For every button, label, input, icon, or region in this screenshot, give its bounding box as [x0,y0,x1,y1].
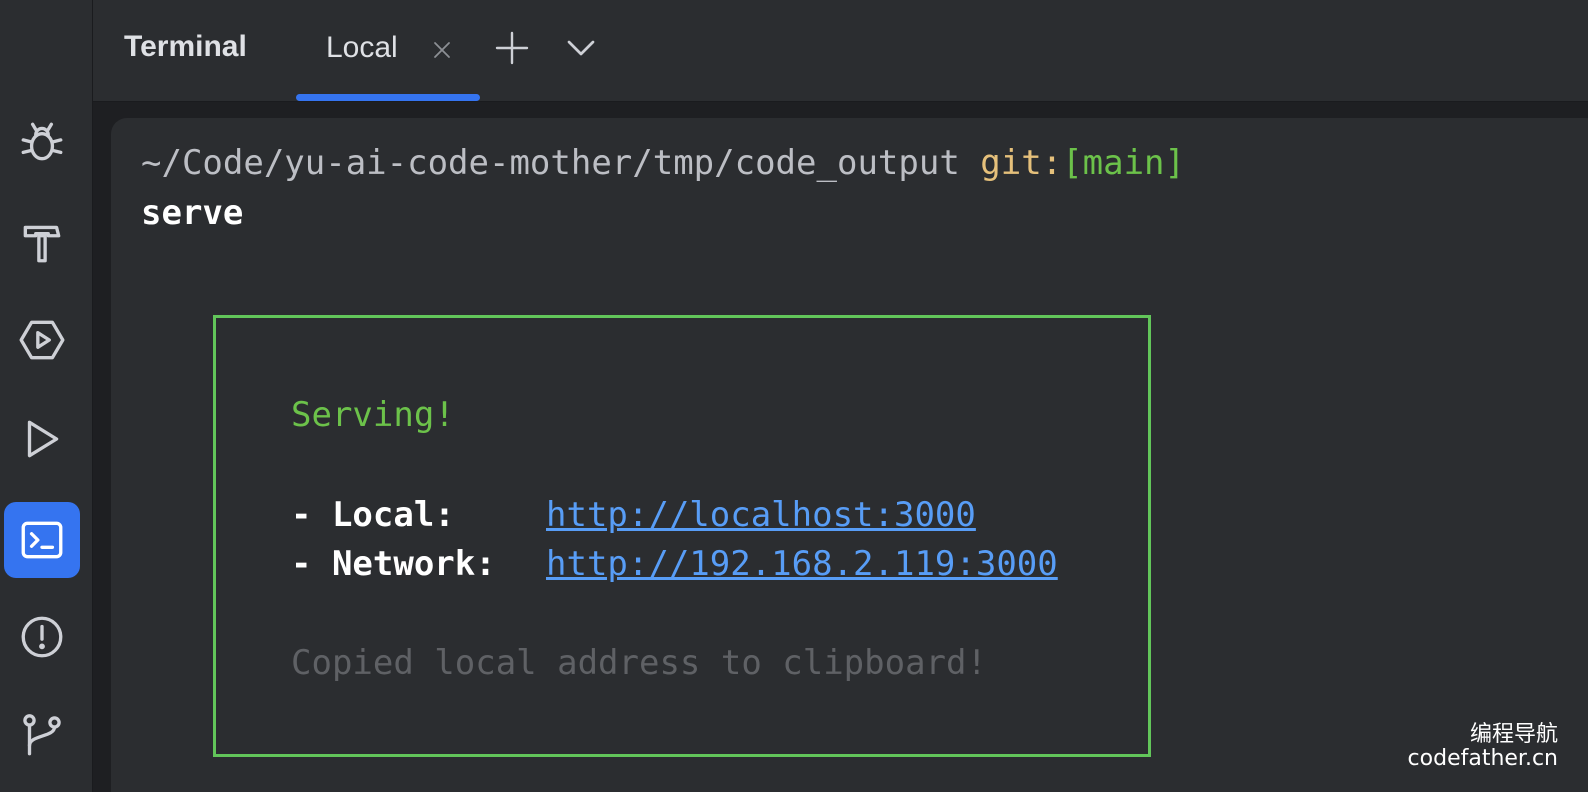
tab-label: Local [326,31,398,64]
serve-box [213,315,1151,757]
tool-window-strip [0,0,93,792]
tool-window-title: Terminal [124,30,247,63]
prompt-line: ~/Code/yu-ai-code-mother/tmp/code_output… [141,143,1185,183]
active-tab-indicator [296,94,480,101]
terminal-header: Terminal Local [93,0,1588,102]
build-button[interactable] [4,204,80,280]
services-icon [19,320,65,360]
serving-text: Serving! [291,395,455,435]
terminal-button[interactable] [4,502,80,578]
command-text: serve [141,193,244,233]
terminal-icon [21,521,63,559]
terminal-output[interactable]: ~/Code/yu-ai-code-mother/tmp/code_output… [111,118,1588,792]
plus-icon[interactable] [494,30,530,66]
chevron-down-icon[interactable] [563,30,599,66]
services-button[interactable] [4,302,80,378]
run-icon [27,420,59,458]
tab-local[interactable]: Local [296,0,480,101]
debug-button[interactable] [4,104,80,180]
local-label: - Local: [291,495,455,535]
hammer-icon [23,225,61,263]
problems-icon [21,616,63,658]
bug-icon [21,122,63,161]
git-label: git: [980,143,1063,183]
network-url-link[interactable]: http://192.168.2.119:3000 [546,544,1058,584]
watermark-url: codefather.cn [1407,746,1558,771]
copied-message: Copied local address to clipboard! [291,643,987,683]
watermark-title: 编程导航 [1469,722,1558,747]
network-label: - Network: [291,544,496,584]
git-button[interactable] [4,697,80,773]
close-icon[interactable] [430,38,454,62]
git-icon [23,714,61,756]
prompt-path: ~/Code/yu-ai-code-mother/tmp/code_output [141,143,960,183]
problems-button[interactable] [4,599,80,675]
run-button[interactable] [4,401,80,477]
ide-window: Terminal Local ~/Code/yu-ai-code-mother/… [0,0,1588,792]
git-branch: [main] [1062,143,1185,183]
local-url-link[interactable]: http://localhost:3000 [546,495,976,535]
